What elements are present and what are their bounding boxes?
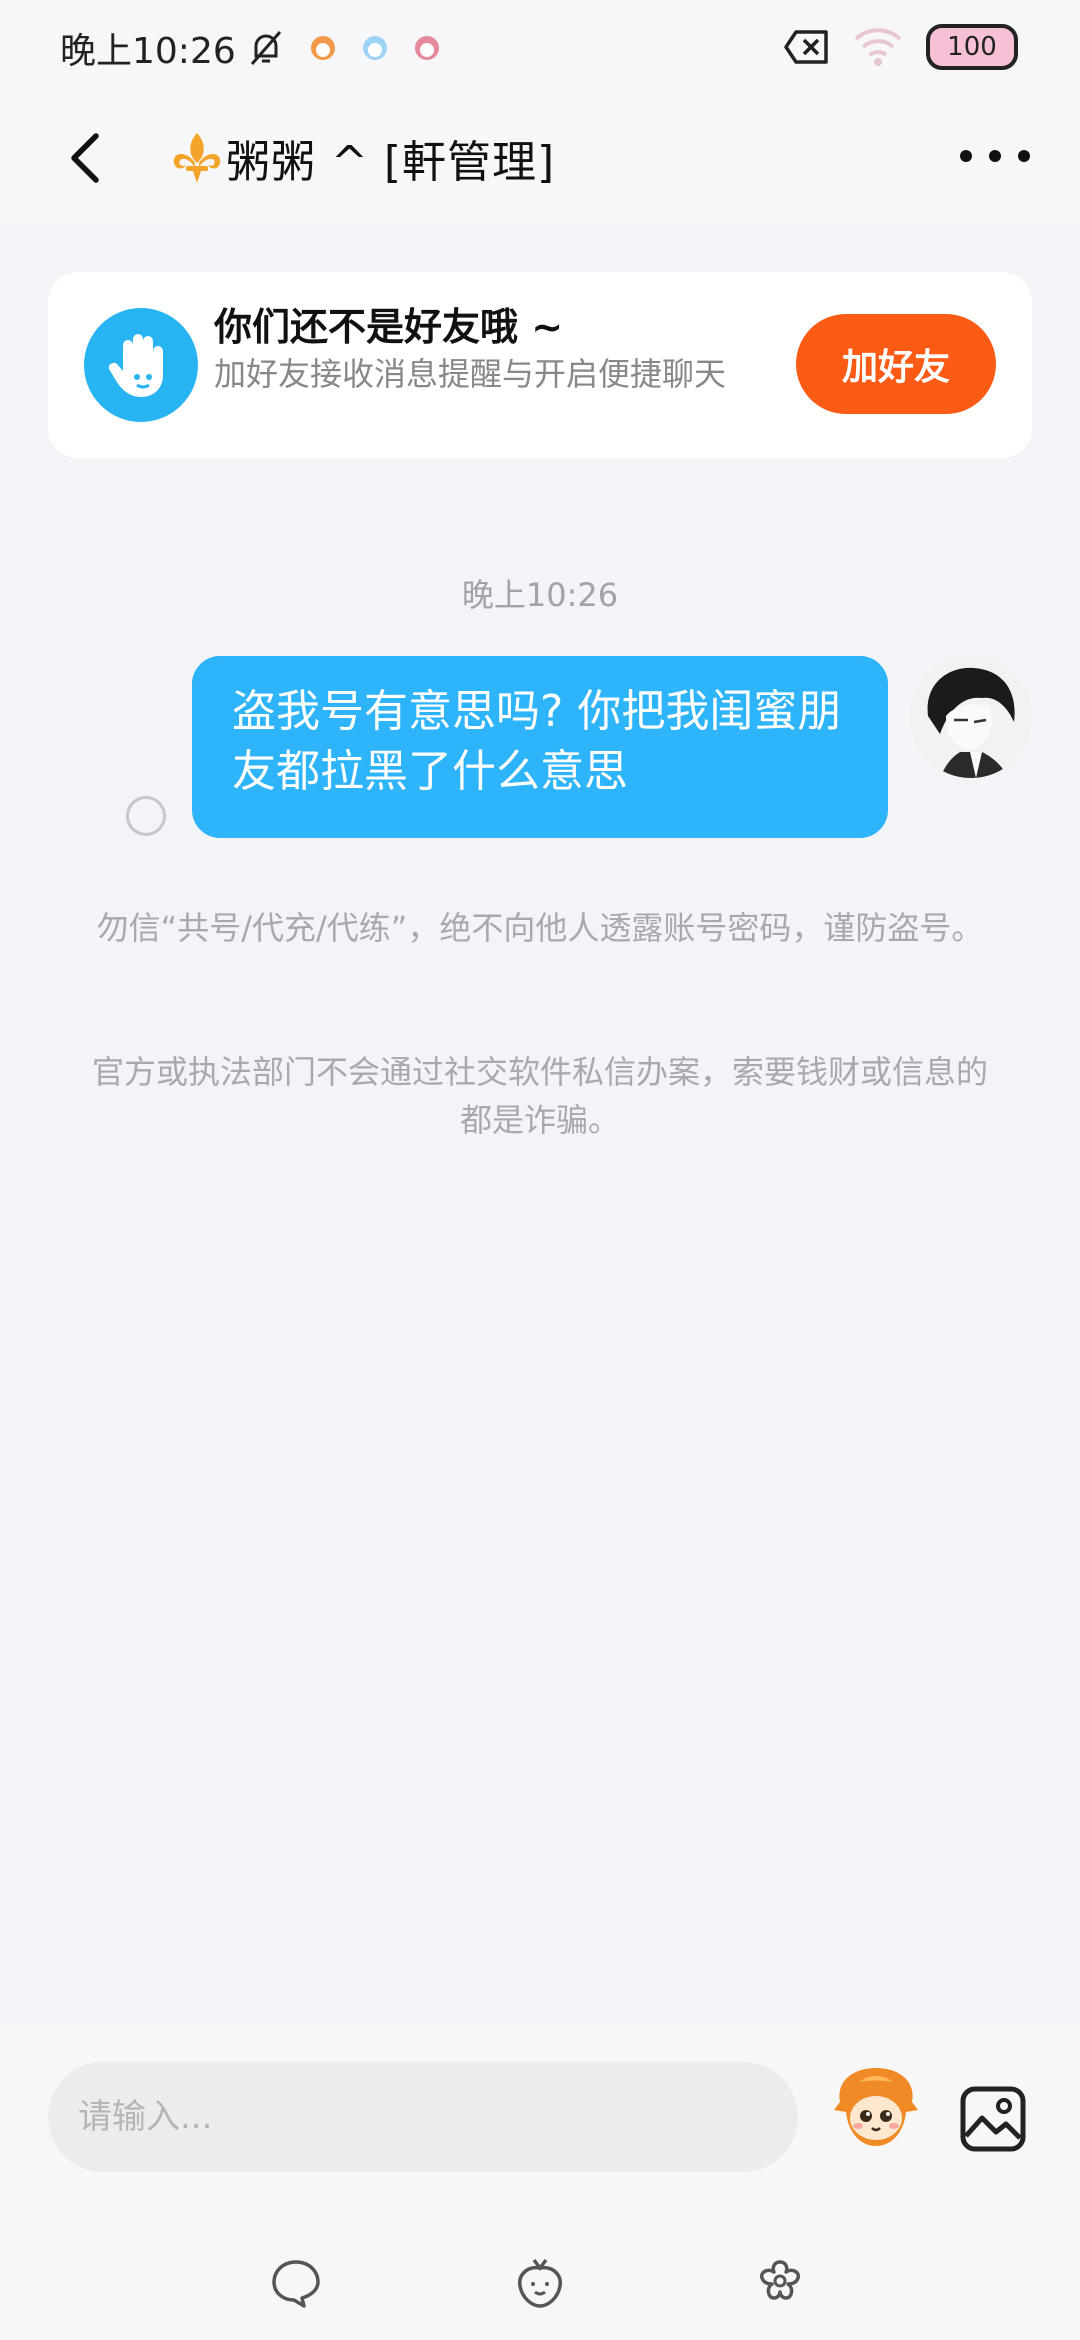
more-dot-icon [1018, 150, 1030, 162]
status-bar: 晚上10:26 100 [0, 0, 1080, 96]
message-timestamp: 晚上10:26 [461, 576, 619, 614]
flower-icon [759, 2260, 801, 2300]
fraud-notice: 官方或执法部门不会通过社交软件私信办案，索要钱财或信息的都是诈骗。 [91, 1053, 988, 1139]
avatar[interactable] [910, 656, 1032, 778]
hand-wave-icon [84, 308, 198, 422]
back-button[interactable] [56, 128, 116, 188]
more-options-button[interactable] [960, 136, 1030, 176]
security-notice: 勿信“共号/代充/代练”，绝不向他人透露账号密码，谨防盗号。 [96, 909, 984, 947]
chat-bubble-icon [272, 2260, 320, 2308]
image-picker-button[interactable] [958, 2084, 1028, 2154]
app-notification-icon [414, 36, 439, 60]
message-select-radio[interactable] [126, 796, 166, 836]
sticker-mascot-icon [834, 2068, 918, 2146]
add-friend-button[interactable]: 加好友 [796, 314, 996, 414]
app-notification-icon [310, 36, 335, 60]
fleur-de-lis-icon [173, 133, 221, 183]
app-notification-icon [362, 36, 387, 60]
sticker-button[interactable] [830, 2062, 922, 2162]
message-input[interactable] [48, 2062, 798, 2172]
strawberry-icon [518, 2258, 562, 2308]
more-dot-icon [989, 150, 1001, 162]
chat-bubble-button[interactable] [268, 2254, 324, 2310]
chat-screen: 晚上10:26 100 粥粥 ^ [軒管理] 你们还不是好友哦 ~ 加好友接收消… [0, 0, 1080, 2340]
battery-indicator: 100 [926, 24, 1018, 70]
image-icon [960, 2086, 1026, 2152]
no-sim-icon [784, 30, 828, 64]
gift-fruit-button[interactable] [512, 2254, 568, 2310]
status-time: 晚上10:26 [60, 31, 236, 72]
flower-button[interactable] [752, 2254, 808, 2310]
banner-subtitle: 加好友接收消息提醒与开启便捷聊天 [214, 355, 727, 393]
wifi-icon [854, 28, 902, 66]
add-friend-banner: 你们还不是好友哦 ~ 加好友接收消息提醒与开启便捷聊天 加好友 [48, 272, 1032, 458]
chat-header: 粥粥 ^ [軒管理] [0, 96, 1080, 226]
chevron-left-icon [71, 133, 99, 183]
input-bar [0, 2026, 1080, 2340]
banner-title: 你们还不是好友哦 ~ [214, 305, 564, 349]
more-dot-icon [960, 150, 972, 162]
message-bubble[interactable]: 盗我号有意思吗? 你把我闺蜜朋友都拉黑了什么意思 [192, 656, 888, 838]
chat-title: 粥粥 ^ [軒管理] [226, 137, 556, 188]
mute-bell-icon [250, 31, 281, 65]
